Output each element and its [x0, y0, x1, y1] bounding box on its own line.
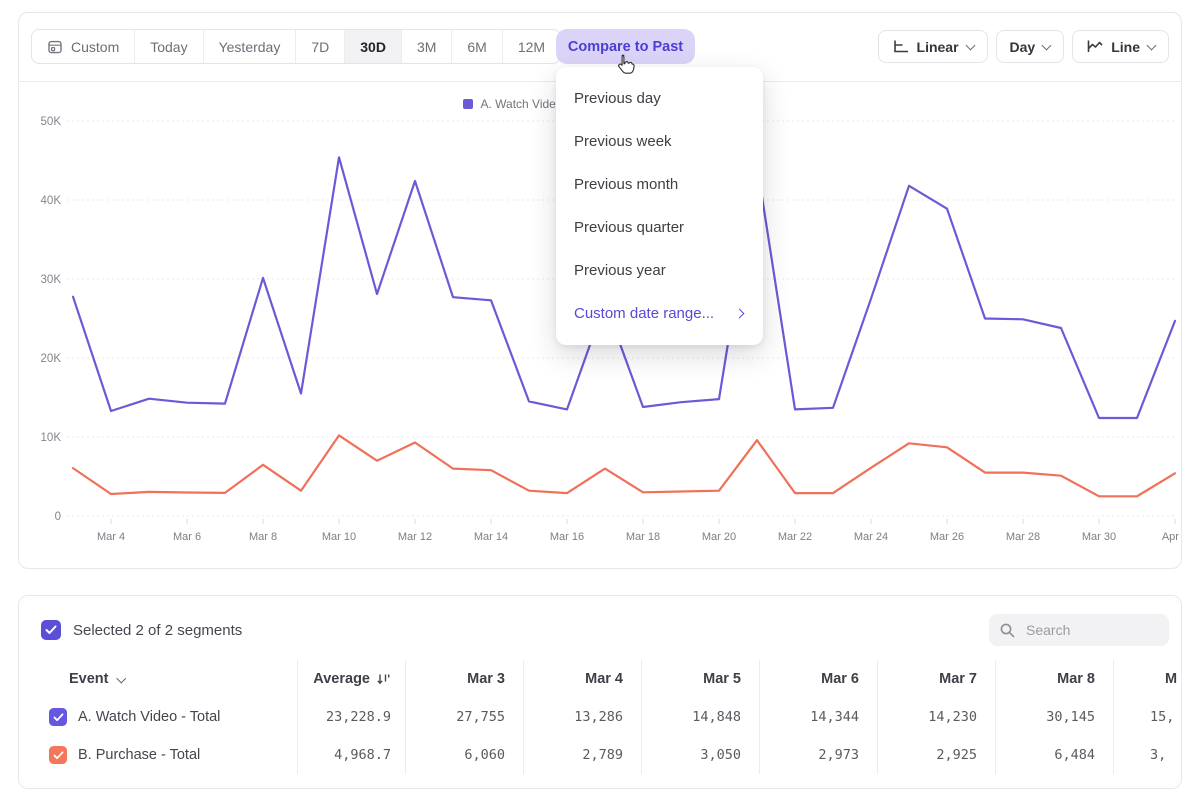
preset-6m[interactable]: 6M	[451, 30, 501, 63]
selected-segments-label: Selected 2 of 2 segments	[73, 622, 242, 639]
cell-value: 2,789	[523, 736, 641, 774]
line-chart-icon	[1086, 39, 1103, 54]
chevron-down-icon	[1042, 40, 1052, 50]
menu-item-previous-month[interactable]: Previous month	[556, 163, 763, 206]
cell-value: 14,848	[641, 698, 759, 736]
row-label: A. Watch Video - Total	[78, 709, 220, 725]
linear-scale-icon	[892, 39, 909, 54]
x-axis-label: Mar 30	[1082, 531, 1116, 543]
preset-label: Custom	[71, 39, 119, 55]
segments-table-card: Selected 2 of 2 segments Event Average	[18, 595, 1182, 789]
cell-value: 27,755	[405, 698, 523, 736]
date-column-header-clipped[interactable]: M	[1113, 660, 1182, 698]
cell-value: 30,145	[995, 698, 1113, 736]
chevron-down-icon	[965, 40, 975, 50]
x-axis-label: Mar 28	[1006, 531, 1040, 543]
date-column-header[interactable]: Mar 7	[877, 660, 995, 698]
x-axis-label: Mar 26	[930, 531, 964, 543]
compare-to-past-menu: Previous day Previous week Previous mont…	[556, 67, 763, 345]
cell-value: 2,925	[877, 736, 995, 774]
segments-bar: Selected 2 of 2 segments	[19, 596, 1181, 656]
row-label: B. Purchase - Total	[78, 747, 200, 763]
search-box[interactable]	[989, 614, 1169, 646]
y-axis-label: 20K	[41, 353, 62, 365]
x-axis-label: Mar 4	[97, 531, 125, 543]
row-checkbox-purchase[interactable]	[49, 746, 67, 764]
date-range-preset-group: Custom Today Yesterday 7D 30D 3M 6M 12M	[31, 29, 561, 64]
cell-value: 3,050	[641, 736, 759, 774]
average-column-header[interactable]: Average	[297, 660, 405, 698]
y-axis-label: 40K	[41, 195, 62, 207]
cell-value: 13,286	[523, 698, 641, 736]
x-axis-label: Apr 1	[1162, 531, 1181, 543]
scale-dropdown-button[interactable]: Linear	[878, 30, 988, 63]
table-row-watch-video: A. Watch Video - Total 23,228.9 27,755 1…	[19, 698, 1182, 736]
x-axis-label: Mar 6	[173, 531, 201, 543]
preset-12m[interactable]: 12M	[502, 30, 560, 63]
date-column-header[interactable]: Mar 6	[759, 660, 877, 698]
cell-value: 2,973	[759, 736, 877, 774]
cell-value-clipped: 15,	[1113, 698, 1182, 736]
select-all-checkbox[interactable]	[41, 620, 61, 640]
y-axis-label: 0	[55, 511, 61, 523]
x-axis-label: Mar 22	[778, 531, 812, 543]
preset-today[interactable]: Today	[134, 30, 202, 63]
table-header-row: Event Average Mar 3 Mar 4 Mar 5 Mar 6	[19, 660, 1182, 698]
check-icon	[53, 713, 64, 722]
table-row-purchase: B. Purchase - Total 4,968.7 6,060 2,789 …	[19, 736, 1182, 774]
sort-descending-icon	[376, 672, 391, 686]
x-axis-label: Mar 12	[398, 531, 432, 543]
average-value: 4,968.7	[297, 736, 405, 774]
series-line-purchase	[73, 435, 1175, 496]
preset-30d-selected[interactable]: 30D	[344, 30, 401, 63]
row-checkbox-watch-video[interactable]	[49, 708, 67, 726]
menu-item-custom-date-range[interactable]: Custom date range...	[556, 292, 763, 335]
cell-value: 14,344	[759, 698, 877, 736]
search-icon	[999, 622, 1016, 639]
y-axis-label: 30K	[41, 274, 62, 286]
x-axis-label: Mar 14	[474, 531, 508, 543]
date-column-header[interactable]: Mar 3	[405, 660, 523, 698]
calendar-icon	[47, 39, 63, 55]
chevron-right-icon	[735, 309, 745, 319]
y-axis-label: 50K	[41, 116, 62, 128]
hand-pointer-cursor	[613, 53, 637, 79]
average-value: 23,228.9	[297, 698, 405, 736]
analytics-report-page: Custom Today Yesterday 7D 30D 3M 6M 12M …	[0, 0, 1200, 802]
cell-value: 6,060	[405, 736, 523, 774]
check-icon	[53, 751, 64, 760]
chart-type-dropdown-button[interactable]: Line	[1072, 30, 1169, 63]
x-axis-label: Mar 10	[322, 531, 356, 543]
menu-item-previous-year[interactable]: Previous year	[556, 249, 763, 292]
date-column-header[interactable]: Mar 5	[641, 660, 759, 698]
menu-item-previous-quarter[interactable]: Previous quarter	[556, 206, 763, 249]
segments-table: Event Average Mar 3 Mar 4 Mar 5 Mar 6	[19, 660, 1182, 774]
y-axis-label: 10K	[41, 432, 62, 444]
cell-value: 14,230	[877, 698, 995, 736]
x-axis-label: Mar 20	[702, 531, 736, 543]
interval-dropdown-button[interactable]: Day	[996, 30, 1065, 63]
x-axis-label: Mar 16	[550, 531, 584, 543]
preset-yesterday[interactable]: Yesterday	[203, 30, 296, 63]
preset-7d[interactable]: 7D	[295, 30, 344, 63]
date-column-header[interactable]: Mar 4	[523, 660, 641, 698]
select-all-row: Selected 2 of 2 segments	[41, 620, 242, 640]
chevron-down-icon	[1147, 40, 1157, 50]
legend-swatch-a	[463, 99, 473, 109]
x-axis-label: Mar 18	[626, 531, 660, 543]
chart-option-buttons: Linear Day Line	[878, 30, 1169, 63]
cell-value-clipped: 3,	[1113, 736, 1182, 774]
x-axis-label: Mar 8	[249, 531, 277, 543]
preset-3m[interactable]: 3M	[401, 30, 451, 63]
chart-card: Custom Today Yesterday 7D 30D 3M 6M 12M …	[18, 12, 1182, 569]
check-icon	[45, 625, 57, 635]
menu-item-previous-day[interactable]: Previous day	[556, 77, 763, 120]
menu-item-previous-week[interactable]: Previous week	[556, 120, 763, 163]
search-input[interactable]	[1024, 621, 1158, 639]
x-axis-label: Mar 24	[854, 531, 888, 543]
cell-value: 6,484	[995, 736, 1113, 774]
date-column-header[interactable]: Mar 8	[995, 660, 1113, 698]
preset-custom[interactable]: Custom	[32, 30, 134, 63]
chevron-down-icon	[116, 673, 125, 682]
